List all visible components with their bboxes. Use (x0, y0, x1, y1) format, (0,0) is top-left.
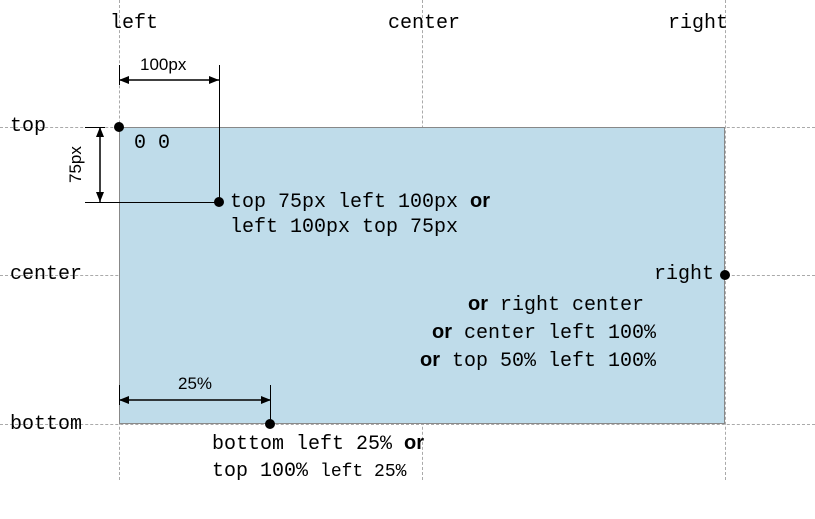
dot-bottom-25pct (265, 419, 275, 429)
axis-label-right: right (668, 12, 728, 35)
or-word-4: or (420, 349, 440, 371)
label-right-line3: or center left 100% (432, 321, 656, 345)
label-topleft-line2: left 100px top 75px (230, 216, 458, 239)
label-topleft-line1: top 75px left 100px or (230, 190, 490, 214)
dim-label-75px: 75px (66, 146, 86, 183)
label-right-line1: right (654, 263, 714, 286)
dot-right-center (720, 270, 730, 280)
axis-label-bottom: bottom (10, 413, 82, 436)
dim-arrow-100px (119, 75, 219, 85)
dim-tick-75px-b (85, 202, 220, 203)
label-right-line4: or top 50% left 100% (420, 349, 656, 373)
label-right-line2: or right center (468, 293, 644, 317)
or-word-1: or (470, 190, 490, 212)
label-topleft-a: top 75px left 100px (230, 191, 470, 214)
dim-tick-100px-r (219, 65, 220, 202)
label-bottom-line1: bottom left 25% or (212, 432, 424, 456)
dot-topleft-offset (214, 197, 224, 207)
dim-tick-100px-l (119, 65, 120, 85)
axis-label-center: center (388, 12, 460, 35)
axis-label-left: left (110, 12, 158, 35)
axis-label-top: top (10, 115, 46, 138)
dim-tick-75px-t (85, 127, 105, 128)
or-word-5: or (404, 432, 424, 454)
gridline-bottom (0, 424, 815, 425)
dim-arrow-25pct (119, 395, 271, 405)
dim-label-100px: 100px (140, 55, 186, 75)
gridline-right (725, 0, 726, 480)
or-word-2: or (468, 293, 488, 315)
label-origin: 0 0 (134, 132, 170, 155)
label-bottom-b-prefix: top 100% (212, 460, 320, 483)
label-right-c: center left 100% (452, 322, 656, 345)
dim-arrow-75px (95, 127, 105, 202)
label-bottom-a: bottom left 25% (212, 433, 404, 456)
dim-label-25pct: 25% (178, 374, 212, 394)
or-word-3: or (432, 321, 452, 343)
label-bottom-b-suffix: left 25% (320, 462, 406, 482)
label-right-d: top 50% left 100% (440, 350, 656, 373)
label-right-b: right center (488, 294, 644, 317)
dot-origin (114, 122, 124, 132)
dim-tick-25pct-l (119, 385, 120, 405)
label-bottom-line2: top 100% left 25% (212, 460, 406, 483)
axis-label-vcenter: center (10, 263, 82, 286)
